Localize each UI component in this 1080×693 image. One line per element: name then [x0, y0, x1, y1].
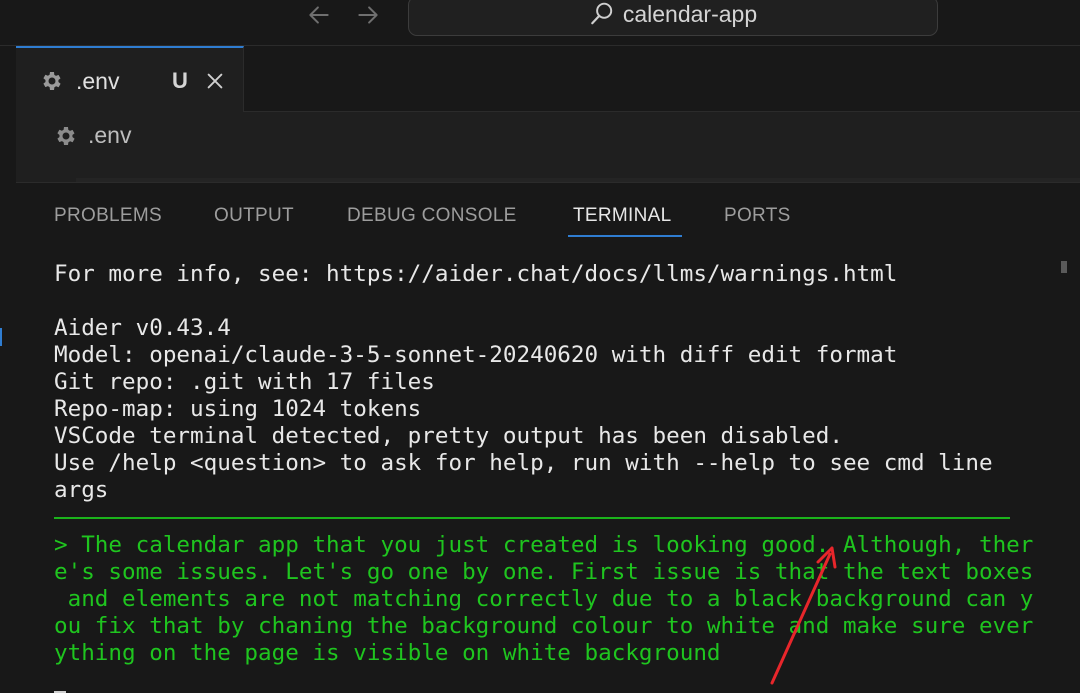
terminal-line: VSCode terminal detected, pretty output … [54, 423, 843, 449]
close-icon[interactable] [204, 70, 226, 92]
breadcrumb-item-env[interactable]: .env [88, 122, 131, 149]
terminal-line: Repo-map: using 1024 tokens [54, 396, 422, 422]
prompt-line: and elements are not matching correctly … [54, 586, 1034, 612]
terminal-line: Model: openai/claude-3-5-sonnet-20240620… [54, 342, 898, 368]
title-bar: calendar-app [0, 0, 1080, 46]
tab-ports[interactable]: PORTS [724, 205, 791, 227]
tab-terminal[interactable]: TERMINAL [573, 205, 671, 227]
arrow-right-icon [358, 6, 378, 24]
gutter-indicator [0, 328, 2, 346]
editor-tab-strip: .env U [16, 46, 1080, 113]
editor-area[interactable] [16, 162, 1080, 182]
terminal-line: For more info, see: https://aider.chat/d… [54, 261, 898, 287]
prompt-line: e's some issues. Let's go one by one. Fi… [54, 559, 1034, 585]
tab-env[interactable]: .env U [16, 46, 244, 113]
bottom-panel: PROBLEMS OUTPUT DEBUG CONSOLE TERMINAL P… [16, 182, 1080, 693]
command-center-search[interactable]: calendar-app [408, 0, 938, 36]
terminal-line: args [54, 477, 109, 503]
tab-output[interactable]: OUTPUT [214, 205, 294, 227]
gear-icon [43, 72, 61, 90]
prompt-line: > The calendar app that you just created… [54, 532, 1034, 558]
search-icon [591, 2, 613, 25]
back-button[interactable] [302, 0, 336, 30]
prompt-line: ou fix that by chaning the background co… [54, 613, 1034, 639]
terminal-line: Git repo: .git with 17 files [54, 369, 435, 395]
tab-label: .env [76, 68, 120, 94]
command-center-label: calendar-app [622, 0, 758, 27]
tab-problems[interactable]: PROBLEMS [54, 205, 162, 227]
untracked-badge: U [172, 68, 188, 93]
activity-gutter [0, 46, 16, 693]
terminal-line: Use /help <question> to ask for help, ru… [54, 450, 993, 476]
gear-icon [57, 127, 75, 145]
forward-button[interactable] [351, 0, 385, 30]
arrow-left-icon [309, 6, 329, 24]
prompt-line: ything on the page is visible on white b… [54, 640, 721, 666]
terminal-scrollbar[interactable] [1061, 261, 1067, 273]
terminal-output[interactable]: For more info, see: https://aider.chat/d… [16, 241, 1080, 693]
prompt-divider [54, 517, 1010, 519]
tab-debug-console[interactable]: DEBUG CONSOLE [347, 205, 517, 227]
active-tab-indicator [568, 235, 682, 237]
terminal-line: Aider v0.43.4 [54, 315, 231, 341]
breadcrumb: .env [16, 112, 1080, 162]
panel-tab-bar: PROBLEMS OUTPUT DEBUG CONSOLE TERMINAL P… [16, 183, 1080, 241]
